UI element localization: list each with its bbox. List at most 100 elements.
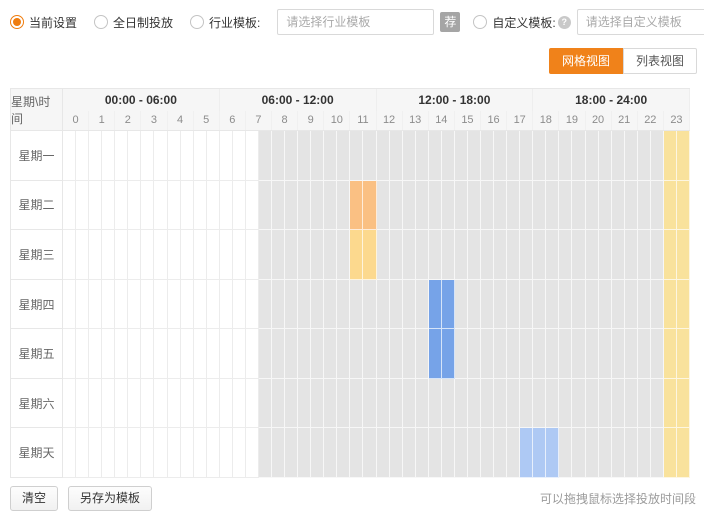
time-slot-cell[interactable] [651, 379, 664, 429]
time-slot-cell[interactable] [377, 181, 390, 231]
time-slot-cell[interactable] [194, 230, 207, 280]
time-slot-cell[interactable] [638, 131, 651, 181]
time-slot-cell[interactable] [194, 280, 207, 330]
time-slot-cell[interactable] [89, 131, 102, 181]
time-slot-cell[interactable] [507, 181, 520, 231]
time-slot-cell[interactable] [272, 181, 285, 231]
time-slot-cell[interactable] [363, 280, 376, 330]
time-slot-cell[interactable] [259, 230, 272, 280]
time-slot-cell[interactable] [194, 329, 207, 379]
time-slot-cell[interactable] [612, 230, 625, 280]
time-slot-cell[interactable] [468, 131, 481, 181]
time-slot-cell[interactable] [390, 131, 403, 181]
time-slot-cell[interactable] [416, 428, 429, 478]
time-slot-cell[interactable] [559, 379, 572, 429]
time-slot-cell[interactable] [207, 181, 220, 231]
time-slot-cell[interactable] [272, 379, 285, 429]
time-slot-cell[interactable] [559, 329, 572, 379]
time-slot-cell[interactable] [324, 329, 337, 379]
time-slot-cell[interactable] [533, 379, 546, 429]
time-slot-cell[interactable] [599, 280, 612, 330]
time-slot-cell[interactable] [102, 181, 115, 231]
time-slot-cell[interactable] [168, 329, 181, 379]
time-slot-cell[interactable] [233, 181, 246, 231]
time-slot-cell[interactable] [233, 131, 246, 181]
time-slot-cell[interactable] [520, 230, 533, 280]
time-slot-cell[interactable] [416, 329, 429, 379]
time-slot-cell[interactable] [272, 428, 285, 478]
time-slot-cell[interactable] [468, 329, 481, 379]
time-slot-cell[interactable] [442, 280, 455, 330]
time-slot-cell[interactable] [520, 379, 533, 429]
time-slot-cell[interactable] [233, 379, 246, 429]
time-slot-cell[interactable] [390, 230, 403, 280]
time-slot-cell[interactable] [664, 329, 677, 379]
time-slot-cell[interactable] [76, 280, 89, 330]
time-slot-cell[interactable] [468, 379, 481, 429]
save-as-template-button[interactable]: 另存为模板 [68, 486, 152, 511]
time-slot-cell[interactable] [272, 280, 285, 330]
time-slot-cell[interactable] [285, 280, 298, 330]
time-slot-cell[interactable] [546, 131, 559, 181]
time-slot-cell[interactable] [141, 280, 154, 330]
time-slot-cell[interactable] [63, 280, 76, 330]
time-slot-cell[interactable] [220, 428, 233, 478]
time-slot-cell[interactable] [546, 329, 559, 379]
time-slot-cell[interactable] [599, 329, 612, 379]
time-slot-cell[interactable] [63, 428, 76, 478]
time-slot-cell[interactable] [546, 230, 559, 280]
time-slot-cell[interactable] [377, 280, 390, 330]
time-slot-cell[interactable] [298, 280, 311, 330]
time-slot-cell[interactable] [638, 428, 651, 478]
custom-template-input[interactable] [577, 9, 704, 35]
time-slot-cell[interactable] [181, 329, 194, 379]
time-slot-cell[interactable] [298, 428, 311, 478]
time-slot-cell[interactable] [377, 428, 390, 478]
time-slot-cell[interactable] [638, 329, 651, 379]
list-view-button[interactable]: 列表视图 [623, 48, 697, 74]
time-slot-cell[interactable] [403, 329, 416, 379]
time-slot-cell[interactable] [63, 379, 76, 429]
time-slot-cell[interactable] [154, 280, 167, 330]
time-slot-cell[interactable] [507, 329, 520, 379]
time-slot-cell[interactable] [233, 230, 246, 280]
time-slot-cell[interactable] [324, 230, 337, 280]
time-slot-cell[interactable] [664, 280, 677, 330]
time-slot-cell[interactable] [168, 379, 181, 429]
time-slot-cell[interactable] [442, 230, 455, 280]
time-slot-cell[interactable] [664, 379, 677, 429]
time-slot-cell[interactable] [102, 131, 115, 181]
time-slot-cell[interactable] [220, 181, 233, 231]
time-slot-cell[interactable] [494, 329, 507, 379]
time-slot-cell[interactable] [612, 428, 625, 478]
time-slot-cell[interactable] [651, 181, 664, 231]
time-slot-cell[interactable] [638, 181, 651, 231]
time-slot-cell[interactable] [259, 379, 272, 429]
time-slot-cell[interactable] [625, 329, 638, 379]
time-slot-cell[interactable] [337, 230, 350, 280]
time-slot-cell[interactable] [612, 379, 625, 429]
time-slot-cell[interactable] [207, 329, 220, 379]
time-slot-cell[interactable] [311, 230, 324, 280]
time-slot-cell[interactable] [128, 230, 141, 280]
time-slot-cell[interactable] [468, 280, 481, 330]
time-slot-cell[interactable] [350, 329, 363, 379]
time-slot-cell[interactable] [559, 230, 572, 280]
time-slot-cell[interactable] [311, 329, 324, 379]
time-slot-cell[interactable] [612, 181, 625, 231]
time-slot-cell[interactable] [559, 428, 572, 478]
time-slot-cell[interactable] [664, 131, 677, 181]
time-slot-cell[interactable] [272, 131, 285, 181]
time-slot-cell[interactable] [298, 181, 311, 231]
time-slot-cell[interactable] [507, 131, 520, 181]
time-slot-cell[interactable] [207, 131, 220, 181]
grid-view-button[interactable]: 网格视图 [549, 48, 623, 74]
time-slot-cell[interactable] [442, 428, 455, 478]
time-slot-cell[interactable] [664, 428, 677, 478]
time-slot-cell[interactable] [233, 280, 246, 330]
time-slot-cell[interactable] [677, 379, 690, 429]
time-slot-cell[interactable] [337, 329, 350, 379]
time-slot-cell[interactable] [651, 280, 664, 330]
time-slot-cell[interactable] [298, 329, 311, 379]
time-slot-cell[interactable] [285, 428, 298, 478]
